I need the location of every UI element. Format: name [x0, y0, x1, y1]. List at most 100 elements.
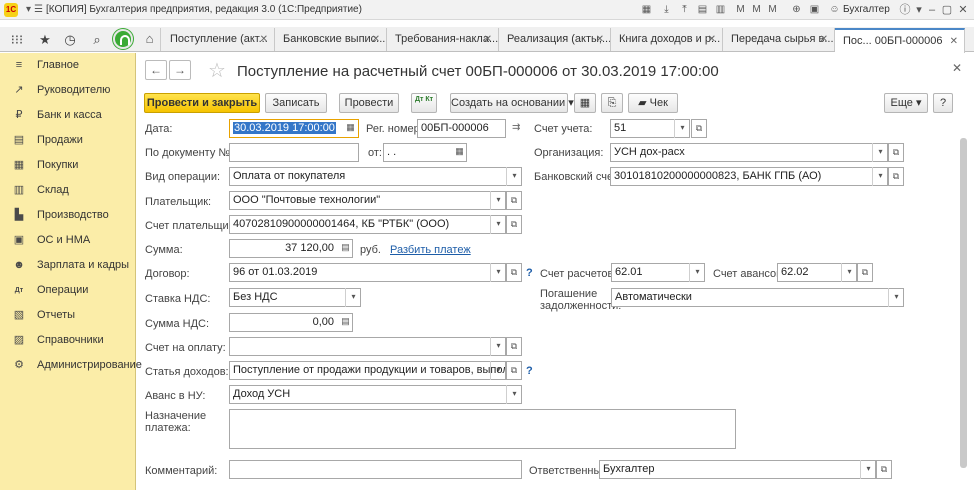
payer-account-input[interactable]: 40702810900000001464, КБ "РТБК" (ООО) — [229, 215, 506, 234]
number-edit-icon[interactable]: ⇉ — [512, 122, 520, 133]
invoice-input[interactable] — [229, 337, 506, 356]
date-input[interactable]: 30.03.2019 17:00:00 — [229, 119, 359, 138]
history-icon[interactable]: ◷ — [61, 32, 79, 48]
sidebar-item-2[interactable]: ₽ Банк и касса — [0, 103, 136, 128]
sidebar-item-11[interactable]: ▨ Справочники — [0, 328, 136, 353]
sidebar-item-10[interactable]: ▧ Отчеты — [0, 303, 136, 328]
income-open-icon[interactable]: ⧉ — [506, 361, 522, 380]
invoice-dropdown-icon[interactable]: ▾ — [490, 337, 506, 356]
tab-close-icon[interactable]: ✕ — [820, 28, 828, 51]
tab-receipt-acts[interactable]: Поступление (акт... ✕ — [162, 28, 275, 51]
amount-input[interactable]: 37 120,00 — [229, 239, 353, 258]
tab-sales[interactable]: Реализация (акты,... ✕ — [499, 28, 611, 51]
calculator-icon[interactable]: ▤ — [338, 313, 353, 332]
tb-calendar-icon[interactable]: ▥ — [714, 4, 727, 16]
app-menu-icon[interactable]: ☰ — [32, 4, 45, 16]
split-payment-link[interactable]: Разбить платеж — [390, 244, 471, 256]
favorites-star-icon[interactable]: ★ — [36, 32, 54, 48]
tab-close-icon[interactable]: ✕ — [260, 28, 268, 51]
responsible-dropdown-icon[interactable]: ▾ — [860, 460, 876, 479]
payer-open-icon[interactable]: ⧉ — [506, 191, 522, 210]
tab-close-icon[interactable]: ✕ — [372, 28, 380, 51]
purpose-textarea[interactable] — [229, 409, 736, 449]
post-button[interactable]: Провести — [339, 93, 399, 113]
operation-dropdown-icon[interactable]: ▾ — [506, 167, 522, 186]
sidebar-item-9[interactable]: Дт Операции — [0, 278, 136, 303]
organization-dropdown-icon[interactable]: ▾ — [872, 143, 888, 162]
tb-print-icon[interactable]: ▤ — [696, 4, 709, 16]
tab-bank-statements[interactable]: Банковские выпис... ✕ — [275, 28, 387, 51]
close-icon[interactable]: ✕ — [952, 61, 962, 75]
payer-dropdown-icon[interactable]: ▾ — [490, 191, 506, 210]
home-icon[interactable]: ⌂ — [139, 28, 161, 51]
tab-close-icon[interactable]: ✕ — [708, 28, 716, 51]
tab-close-icon[interactable]: ✕ — [950, 30, 958, 53]
payer-account-open-icon[interactable]: ⧉ — [506, 215, 522, 234]
contract-dropdown-icon[interactable]: ▾ — [490, 263, 506, 282]
tb-memory-plus-icon[interactable]: M — [750, 4, 763, 16]
tab-raw-transfer[interactable]: Передача сырья в... ✕ — [723, 28, 835, 51]
sidebar-item-3[interactable]: ▤ Продажи — [0, 128, 136, 153]
tab-close-icon[interactable]: ✕ — [484, 28, 492, 51]
advance-nu-select[interactable]: Доход УСН — [229, 385, 522, 404]
repayment-dropdown-icon[interactable]: ▾ — [888, 288, 904, 307]
tb-memory-minus-icon[interactable]: M — [766, 4, 779, 16]
tb-search-icon[interactable]: ⊕ — [790, 4, 803, 16]
advance-nu-dropdown-icon[interactable]: ▾ — [506, 385, 522, 404]
operation-type-select[interactable]: Оплата от покупателя — [229, 167, 522, 186]
report-icon[interactable]: ▦ — [574, 93, 596, 113]
post-and-close-button[interactable]: Провести и закрыть — [144, 93, 260, 113]
bank-account-open-icon[interactable]: ⧉ — [888, 167, 904, 186]
sections-grid-icon[interactable]: ⁝⁝⁝ — [8, 32, 26, 48]
income-item-input[interactable]: Поступление от продажи продукции и товар… — [229, 361, 506, 380]
invoice-open-icon[interactable]: ⧉ — [506, 337, 522, 356]
forward-button[interactable]: → — [169, 60, 191, 80]
help-icon[interactable]: ? — [526, 267, 533, 279]
tab-close-icon[interactable]: ✕ — [596, 28, 604, 51]
tb-download-icon[interactable]: ⤓ — [660, 4, 673, 16]
sidebar-item-7[interactable]: ▣ ОС и НМА — [0, 228, 136, 253]
help-button[interactable]: ? — [933, 93, 953, 113]
advance-dropdown-icon[interactable]: ▾ — [841, 263, 857, 282]
create-based-on-button[interactable]: Создать на основании ▾ — [450, 93, 574, 113]
comment-input[interactable] — [229, 460, 522, 479]
account-open-icon[interactable]: ⧉ — [691, 119, 707, 138]
reg-number-input[interactable]: 00БП-000006 — [417, 119, 506, 138]
vat-rate-dropdown-icon[interactable]: ▾ — [345, 288, 361, 307]
account-dropdown-icon[interactable]: ▾ — [674, 119, 690, 138]
receipt-button[interactable]: ▰ Чек — [628, 93, 678, 113]
payer-account-dropdown-icon[interactable]: ▾ — [490, 215, 506, 234]
sidebar-item-12[interactable]: ⚙ Администрирование — [0, 353, 142, 378]
vertical-scrollbar[interactable] — [960, 138, 967, 468]
tab-income-book[interactable]: Книга доходов и р... ✕ — [611, 28, 723, 51]
sidebar-item-4[interactable]: ▦ Покупки — [0, 153, 136, 178]
dt-kt-button[interactable]: Дт Кт — [411, 93, 437, 113]
doc-no-input[interactable] — [229, 143, 359, 162]
window-menu-icon[interactable]: ▾ — [912, 3, 926, 17]
tb-calculator-icon[interactable]: ▣ — [808, 4, 821, 16]
tb-grid-icon[interactable]: ▦ — [640, 4, 653, 16]
info-icon[interactable]: ⓘ — [898, 3, 912, 17]
tb-memory-icon[interactable]: M — [734, 4, 747, 16]
search-icon[interactable]: ⌕ — [88, 32, 106, 48]
sidebar-item-8[interactable]: ☻ Зарплата и кадры — [0, 253, 136, 278]
attachment-icon[interactable]: ⎘ — [601, 93, 623, 113]
help-icon[interactable]: ? — [526, 365, 533, 377]
tab-requirements[interactable]: Требования-накла... ✕ — [387, 28, 499, 51]
tab-current-document[interactable]: Пос... 00БП-000006 ✕ — [835, 28, 965, 53]
bank-account-input[interactable]: 30101810200000000823, БАНК ГПБ (АО) — [610, 167, 888, 186]
sidebar-item-6[interactable]: ▙ Производство — [0, 203, 136, 228]
maximize-icon[interactable]: ▢ — [940, 3, 954, 17]
responsible-input[interactable]: Бухгалтер — [599, 460, 876, 479]
vat-sum-input[interactable]: 0,00 — [229, 313, 353, 332]
organization-input[interactable]: УСН дох-расх — [610, 143, 888, 162]
sidebar-item-0[interactable]: ≡ Главное — [0, 53, 136, 78]
sidebar-item-5[interactable]: ▥ Склад — [0, 178, 136, 203]
contract-input[interactable]: 96 от 01.03.2019 — [229, 263, 506, 282]
calendar-icon[interactable]: ▦ — [343, 119, 358, 138]
minimize-icon[interactable]: – — [925, 3, 939, 17]
close-window-icon[interactable]: ✕ — [956, 3, 970, 17]
notifications-bell-icon[interactable] — [113, 29, 133, 49]
contract-open-icon[interactable]: ⧉ — [506, 263, 522, 282]
calculator-icon[interactable]: ▤ — [338, 239, 353, 258]
